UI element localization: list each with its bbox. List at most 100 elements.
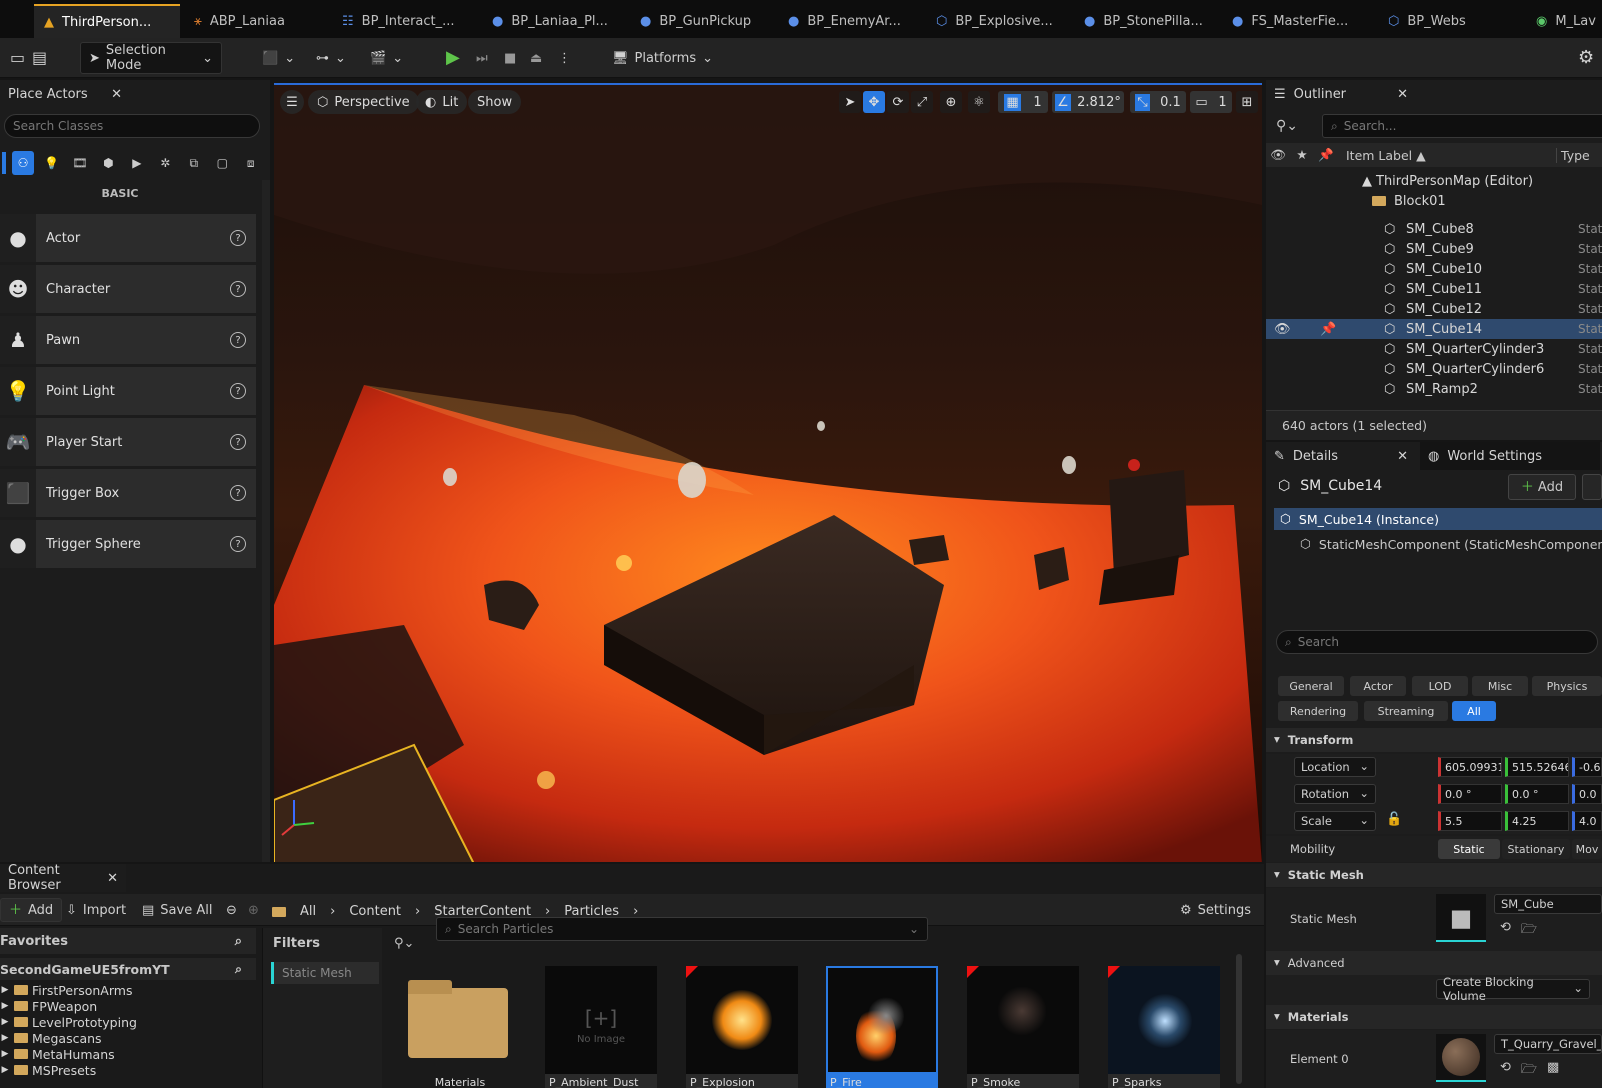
close-icon[interactable]: ✕ (1397, 450, 1408, 463)
filter-icon[interactable]: ⚲⌄ (1276, 118, 1298, 134)
actor-item-pawn[interactable]: ♟ Pawn? (0, 316, 256, 364)
help-icon[interactable]: ? (230, 281, 246, 297)
outliner-folder-row[interactable]: Block01 (1266, 191, 1602, 211)
outliner-row[interactable]: ⬡ SM_Cube12 Stat (1266, 299, 1602, 319)
geometry-category-icon[interactable]: ▶ (126, 157, 148, 169)
checker-icon[interactable]: ▩ (1547, 1060, 1559, 1082)
filter-actor[interactable]: Actor (1350, 676, 1406, 696)
content-browser-tab[interactable]: Content Browser ✕ (0, 863, 126, 893)
tab-fs-masterfie[interactable]: ● FS_MasterFie... (1222, 4, 1370, 38)
eye-icon[interactable]: 👁 (1266, 148, 1290, 162)
rotate-tool-icon[interactable]: ⟳ (887, 91, 909, 113)
search-icon[interactable]: ⌕ (235, 935, 242, 948)
tree-folder-item[interactable]: ▶ LevelPrototyping (0, 1014, 256, 1030)
details-search-input[interactable]: ⌕ Search (1276, 630, 1598, 654)
blueprint-options-icon[interactable] (1582, 474, 1602, 500)
add-component-button[interactable]: ＋ Add (1508, 474, 1576, 500)
transform-section[interactable]: ▾ Transform (1266, 728, 1602, 752)
create-blocking-volume-dropdown[interactable]: Create Blocking Volume ⌄ (1436, 975, 1590, 1003)
tree-folder-item[interactable]: ▶ Megascans (0, 1030, 256, 1046)
viewport-menu-button[interactable]: ☰ (280, 90, 304, 114)
cb-settings-button[interactable]: ⚙ Settings (1172, 898, 1259, 922)
lock-icon[interactable]: 🔓 (1386, 812, 1402, 827)
mobility-movable[interactable]: Mov (1572, 839, 1602, 859)
help-icon[interactable]: ? (230, 485, 246, 501)
actor-item-character[interactable]: ☻ Character? (0, 265, 256, 313)
outliner-row[interactable]: ⬡ SM_QuarterCylinder6 Stat (1266, 359, 1602, 379)
location-z-field[interactable]: -0.64 (1572, 757, 1602, 777)
material-picker[interactable]: T_Quarry_Gravel_Gr (1494, 1034, 1602, 1054)
type-column[interactable]: Type (1556, 147, 1590, 163)
tab-bp-gunpickup[interactable]: ● BP_GunPickup (630, 4, 778, 38)
eject-button[interactable]: ⏏ (522, 42, 550, 74)
perspective-button[interactable]: ⬡ Perspective (308, 90, 419, 114)
scale-y-field[interactable]: 4.25 (1505, 811, 1569, 831)
scale-x-field[interactable]: 5.5 (1438, 811, 1502, 831)
browse-back-icon[interactable]: ⟲ (1500, 920, 1511, 942)
lit-button[interactable]: ◐ Lit (416, 90, 468, 114)
outliner-row[interactable]: ⬡ SM_Ramp2 Stat (1266, 379, 1602, 399)
more-category-icon[interactable]: ⧈ (240, 157, 262, 169)
outliner-row[interactable]: ⬡ SM_Cube9 Stat (1266, 239, 1602, 259)
actor-item-point-light[interactable]: 💡 Point Light? (0, 367, 256, 415)
filter-streaming[interactable]: Streaming (1364, 701, 1448, 721)
location-dropdown[interactable]: Location ⌄ (1294, 757, 1376, 777)
play-button[interactable]: ▶ (438, 42, 468, 74)
place-actors-tab[interactable]: Place Actors ✕ (0, 80, 130, 108)
actor-item-player-start[interactable]: 🎮 Player Start? (0, 418, 256, 466)
basic-category-icon[interactable]: ⚇ (11, 151, 35, 175)
static-mesh-picker[interactable]: SM_Cube (1494, 894, 1602, 914)
location-x-field[interactable]: 605.09931 (1438, 757, 1502, 777)
rotation-dropdown[interactable]: Rotation ⌄ (1294, 784, 1376, 804)
tab-abp-laniaa[interactable]: ⚹ ABP_Laniaa (184, 4, 332, 38)
settings-gear-button[interactable]: ⚙ (1570, 42, 1602, 74)
level-viewport[interactable]: ☰ ⬡ Perspective ◐ Lit Show ➤ ✥ ⟳ ⤢ ⊕ ⚛ ▦ 1 … (274, 83, 1262, 862)
filter-static-mesh[interactable]: Static Mesh (271, 962, 379, 984)
tab-bp-explosive[interactable]: ⬡ BP_Explosive... (926, 4, 1074, 38)
filter-physics[interactable]: Physics (1532, 676, 1602, 696)
rotation-x-field[interactable]: 0.0 ° (1438, 784, 1502, 804)
tree-folder-item[interactable]: ▶ MetaHumans (0, 1046, 256, 1062)
cb-save-all-button[interactable]: ▤ Save All (134, 898, 220, 922)
tab-thirdperson[interactable]: ▲ ThirdPerson... (34, 4, 180, 38)
tab-bp-enemyar[interactable]: ● BP_EnemyAr... (778, 4, 926, 38)
help-icon[interactable]: ? (230, 536, 246, 552)
search-classes-input[interactable]: Search Classes (4, 114, 260, 138)
browse-back-icon[interactable]: ⟲ (1500, 1060, 1511, 1082)
asset-p-smoke[interactable]: P_Smoke (967, 966, 1079, 1088)
rotation-y-field[interactable]: 0.0 ° (1505, 784, 1569, 804)
filter-rendering[interactable]: Rendering (1278, 701, 1358, 721)
mesh-thumbnail[interactable]: ◼ (1436, 894, 1486, 942)
scrollbar[interactable] (262, 180, 270, 862)
expand-arrow-icon[interactable]: ▶ (0, 1049, 10, 1059)
item-label-column[interactable]: Item Label ▲ (1346, 148, 1556, 163)
star-icon[interactable]: ★ (1290, 148, 1314, 162)
outliner-row[interactable]: 👁 📌 ⬡ SM_Cube14 Stat (1266, 319, 1602, 339)
play-options-button[interactable]: ⋮ (550, 42, 579, 74)
volumes-category-icon[interactable]: ✲ (154, 157, 176, 169)
asset-p-fire[interactable]: P_Fire (826, 966, 938, 1088)
expand-arrow-icon[interactable]: ▶ (0, 1065, 10, 1075)
recent-icon[interactable] (2, 152, 6, 174)
stop-button[interactable]: ■ (496, 42, 524, 74)
add-actor-button[interactable]: ⬛ ⌄ (254, 42, 303, 74)
expand-arrow-icon[interactable]: ▶ (0, 1033, 10, 1043)
static-mesh-section[interactable]: ▾ Static Mesh (1266, 863, 1602, 887)
camera-speed-button[interactable]: ▭ 1 (1190, 91, 1232, 113)
filter-general[interactable]: General (1278, 676, 1344, 696)
outliner-row[interactable]: ⬡ SM_Cube8 Stat (1266, 219, 1602, 239)
lights-category-icon[interactable]: 💡 (40, 157, 62, 169)
breadcrumb-content[interactable]: Content (349, 904, 401, 919)
cinematics-button[interactable]: 🎬 ⌄ (362, 42, 411, 74)
expand-arrow-icon[interactable]: ▶ (0, 1001, 10, 1011)
show-button[interactable]: Show (468, 90, 522, 114)
help-icon[interactable]: ? (230, 332, 246, 348)
world-settings-tab[interactable]: ◍ World Settings (1420, 442, 1600, 470)
tree-folder-item[interactable]: ▶ MSPresets (0, 1062, 256, 1078)
cb-import-button[interactable]: ⇩ Import (58, 898, 134, 922)
mobility-stationary[interactable]: Stationary (1502, 839, 1570, 859)
project-header[interactable]: SecondGameUE5fromYT ⌕ (0, 958, 256, 980)
eye-icon[interactable]: 👁 (1274, 323, 1291, 336)
forward-button[interactable]: ⊕ (240, 898, 267, 922)
maximize-viewport-icon[interactable]: ⊞ (1236, 91, 1258, 113)
